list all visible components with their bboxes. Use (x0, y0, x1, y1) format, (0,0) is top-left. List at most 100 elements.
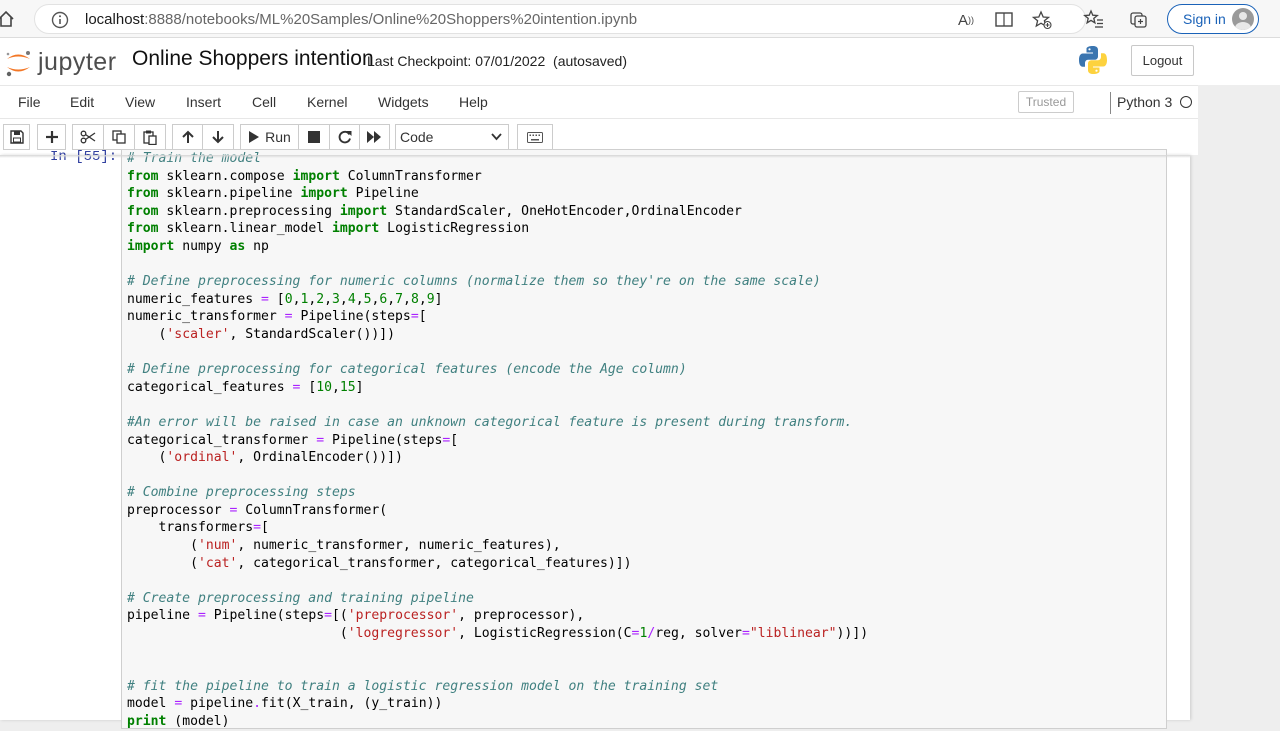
kernel-idle-icon (1180, 96, 1192, 108)
code-token: StandardScaler, OneHotEncoder,OrdinalEnc… (387, 203, 742, 219)
code-token: = (197, 608, 206, 624)
menu-help[interactable]: Help (459, 94, 488, 110)
favorite-add-icon[interactable] (1031, 9, 1053, 31)
code-token: ))]) (836, 626, 869, 642)
code-token: preprocessor (127, 502, 230, 518)
insert-cell-button[interactable] (37, 124, 66, 150)
code-line: # Combine preprocessing steps (127, 484, 868, 502)
code-token: # Define preprocessing for numeric colum… (127, 274, 821, 290)
interrupt-kernel-button[interactable] (298, 124, 330, 150)
stop-icon (308, 131, 320, 143)
arrow-up-icon (181, 130, 194, 143)
code-editor[interactable]: # Train the model from sklearn.compose im… (127, 150, 868, 731)
menu-kernel[interactable]: Kernel (307, 94, 347, 110)
code-cell[interactable]: # Train the model from sklearn.compose im… (121, 149, 1167, 729)
code-token: 'logregressor' (347, 626, 459, 642)
save-icon (9, 130, 24, 144)
kernel-name[interactable]: Python 3 (1117, 94, 1172, 110)
cell-type-select[interactable]: Code (395, 124, 509, 150)
code-token: "liblinear" (749, 626, 837, 642)
code-line: # Define preprocessing for categorical f… (127, 361, 868, 379)
code-token: 10 (316, 379, 332, 395)
code-token: 'cat' (197, 555, 238, 571)
move-up-button[interactable] (172, 124, 203, 150)
address-bar[interactable]: localhost:8888/notebooks/ML%20Samples/On… (34, 4, 1086, 34)
avatar (1232, 8, 1254, 30)
code-token: # fit the pipeline to train a logistic r… (127, 678, 719, 694)
code-token: = (410, 309, 419, 325)
menu-cell[interactable]: Cell (252, 94, 276, 110)
code-token: import (292, 168, 340, 184)
code-token: 15 (339, 379, 356, 395)
code-token: = (324, 608, 332, 624)
code-token: ( (127, 450, 167, 466)
chevron-down-icon (491, 133, 502, 141)
read-aloud-icon[interactable]: A)) (955, 9, 977, 31)
code-token: , (332, 379, 340, 395)
code-token: ColumnTransformer (339, 168, 482, 184)
code-token: 'ordinal' (166, 450, 238, 466)
code-token: 'preprocessor' (347, 608, 459, 624)
code-token: import (127, 238, 175, 254)
cell-type-value: Code (400, 129, 434, 145)
logout-button[interactable]: Logout (1131, 45, 1194, 76)
command-palette-button[interactable] (517, 124, 553, 150)
code-token: pipeline (182, 696, 254, 712)
code-token: = (316, 432, 325, 448)
menu-edit[interactable]: Edit (70, 94, 94, 110)
code-line: ('logregressor', LogisticRegression(C=1/… (127, 625, 868, 643)
code-token: # Create preprocessing and training pipe… (127, 590, 474, 606)
code-line: # Create preprocessing and training pipe… (127, 590, 868, 608)
code-token: [ (450, 432, 459, 448)
paste-button[interactable] (134, 124, 166, 150)
move-down-button[interactable] (202, 124, 234, 150)
restart-run-all-button[interactable] (359, 124, 390, 150)
code-token: [ (261, 520, 269, 536)
code-token: LogisticRegression (379, 221, 530, 237)
code-token: 8 (410, 291, 419, 307)
menu-insert[interactable]: Insert (186, 94, 221, 110)
scroll-shadow (0, 155, 1190, 158)
run-button[interactable]: Run (240, 124, 299, 150)
code-token: from (127, 168, 159, 184)
code-token: np (245, 238, 269, 254)
home-icon[interactable] (0, 9, 16, 29)
jupyter-logo[interactable]: jupyter (4, 44, 124, 78)
code-line: ('scaler', StandardScaler())]) (127, 326, 868, 344)
code-token: 2 (316, 291, 325, 307)
fast-forward-icon (367, 131, 381, 143)
collections-icon[interactable] (1128, 8, 1150, 30)
immersive-reader-icon[interactable] (993, 9, 1015, 31)
code-token: ( (127, 626, 348, 642)
code-token: numeric_features (127, 291, 262, 307)
sign-in-button[interactable]: Sign in (1167, 4, 1259, 34)
code-line: model = pipeline.fit(X_train, (y_train)) (127, 695, 868, 713)
code-line: pipeline = Pipeline(steps=[('preprocesso… (127, 607, 868, 625)
plus-icon (45, 131, 58, 143)
info-icon[interactable] (51, 11, 69, 29)
code-token: #An error will be raised in case an unkn… (127, 414, 853, 430)
code-token: sklearn.pipeline (158, 186, 301, 202)
trusted-badge[interactable]: Trusted (1018, 91, 1074, 113)
notebook-title[interactable]: Online Shoppers intention (132, 47, 374, 71)
code-token: , (418, 291, 427, 307)
code-token: sklearn.compose (158, 168, 293, 184)
save-button[interactable] (3, 124, 30, 150)
favorites-icon[interactable] (1083, 8, 1105, 30)
cut-button[interactable] (72, 124, 104, 150)
code-token: ( (127, 555, 198, 571)
copy-icon (112, 130, 126, 144)
url-text[interactable]: localhost:8888/notebooks/ML%20Samples/On… (85, 11, 637, 28)
browser-toolbar: localhost:8888/notebooks/ML%20Samples/On… (0, 0, 1280, 38)
code-token: sklearn.preprocessing (158, 203, 340, 219)
menu-view[interactable]: View (125, 94, 155, 110)
copy-button[interactable] (103, 124, 135, 150)
code-token: numeric_transformer (127, 309, 285, 325)
code-line: categorical_transformer = Pipeline(steps… (127, 432, 868, 450)
menu-file[interactable]: File (18, 94, 41, 110)
restart-kernel-button[interactable] (329, 124, 360, 150)
menu-widgets[interactable]: Widgets (378, 94, 429, 110)
code-line: categorical_features = [10,15] (127, 379, 868, 397)
